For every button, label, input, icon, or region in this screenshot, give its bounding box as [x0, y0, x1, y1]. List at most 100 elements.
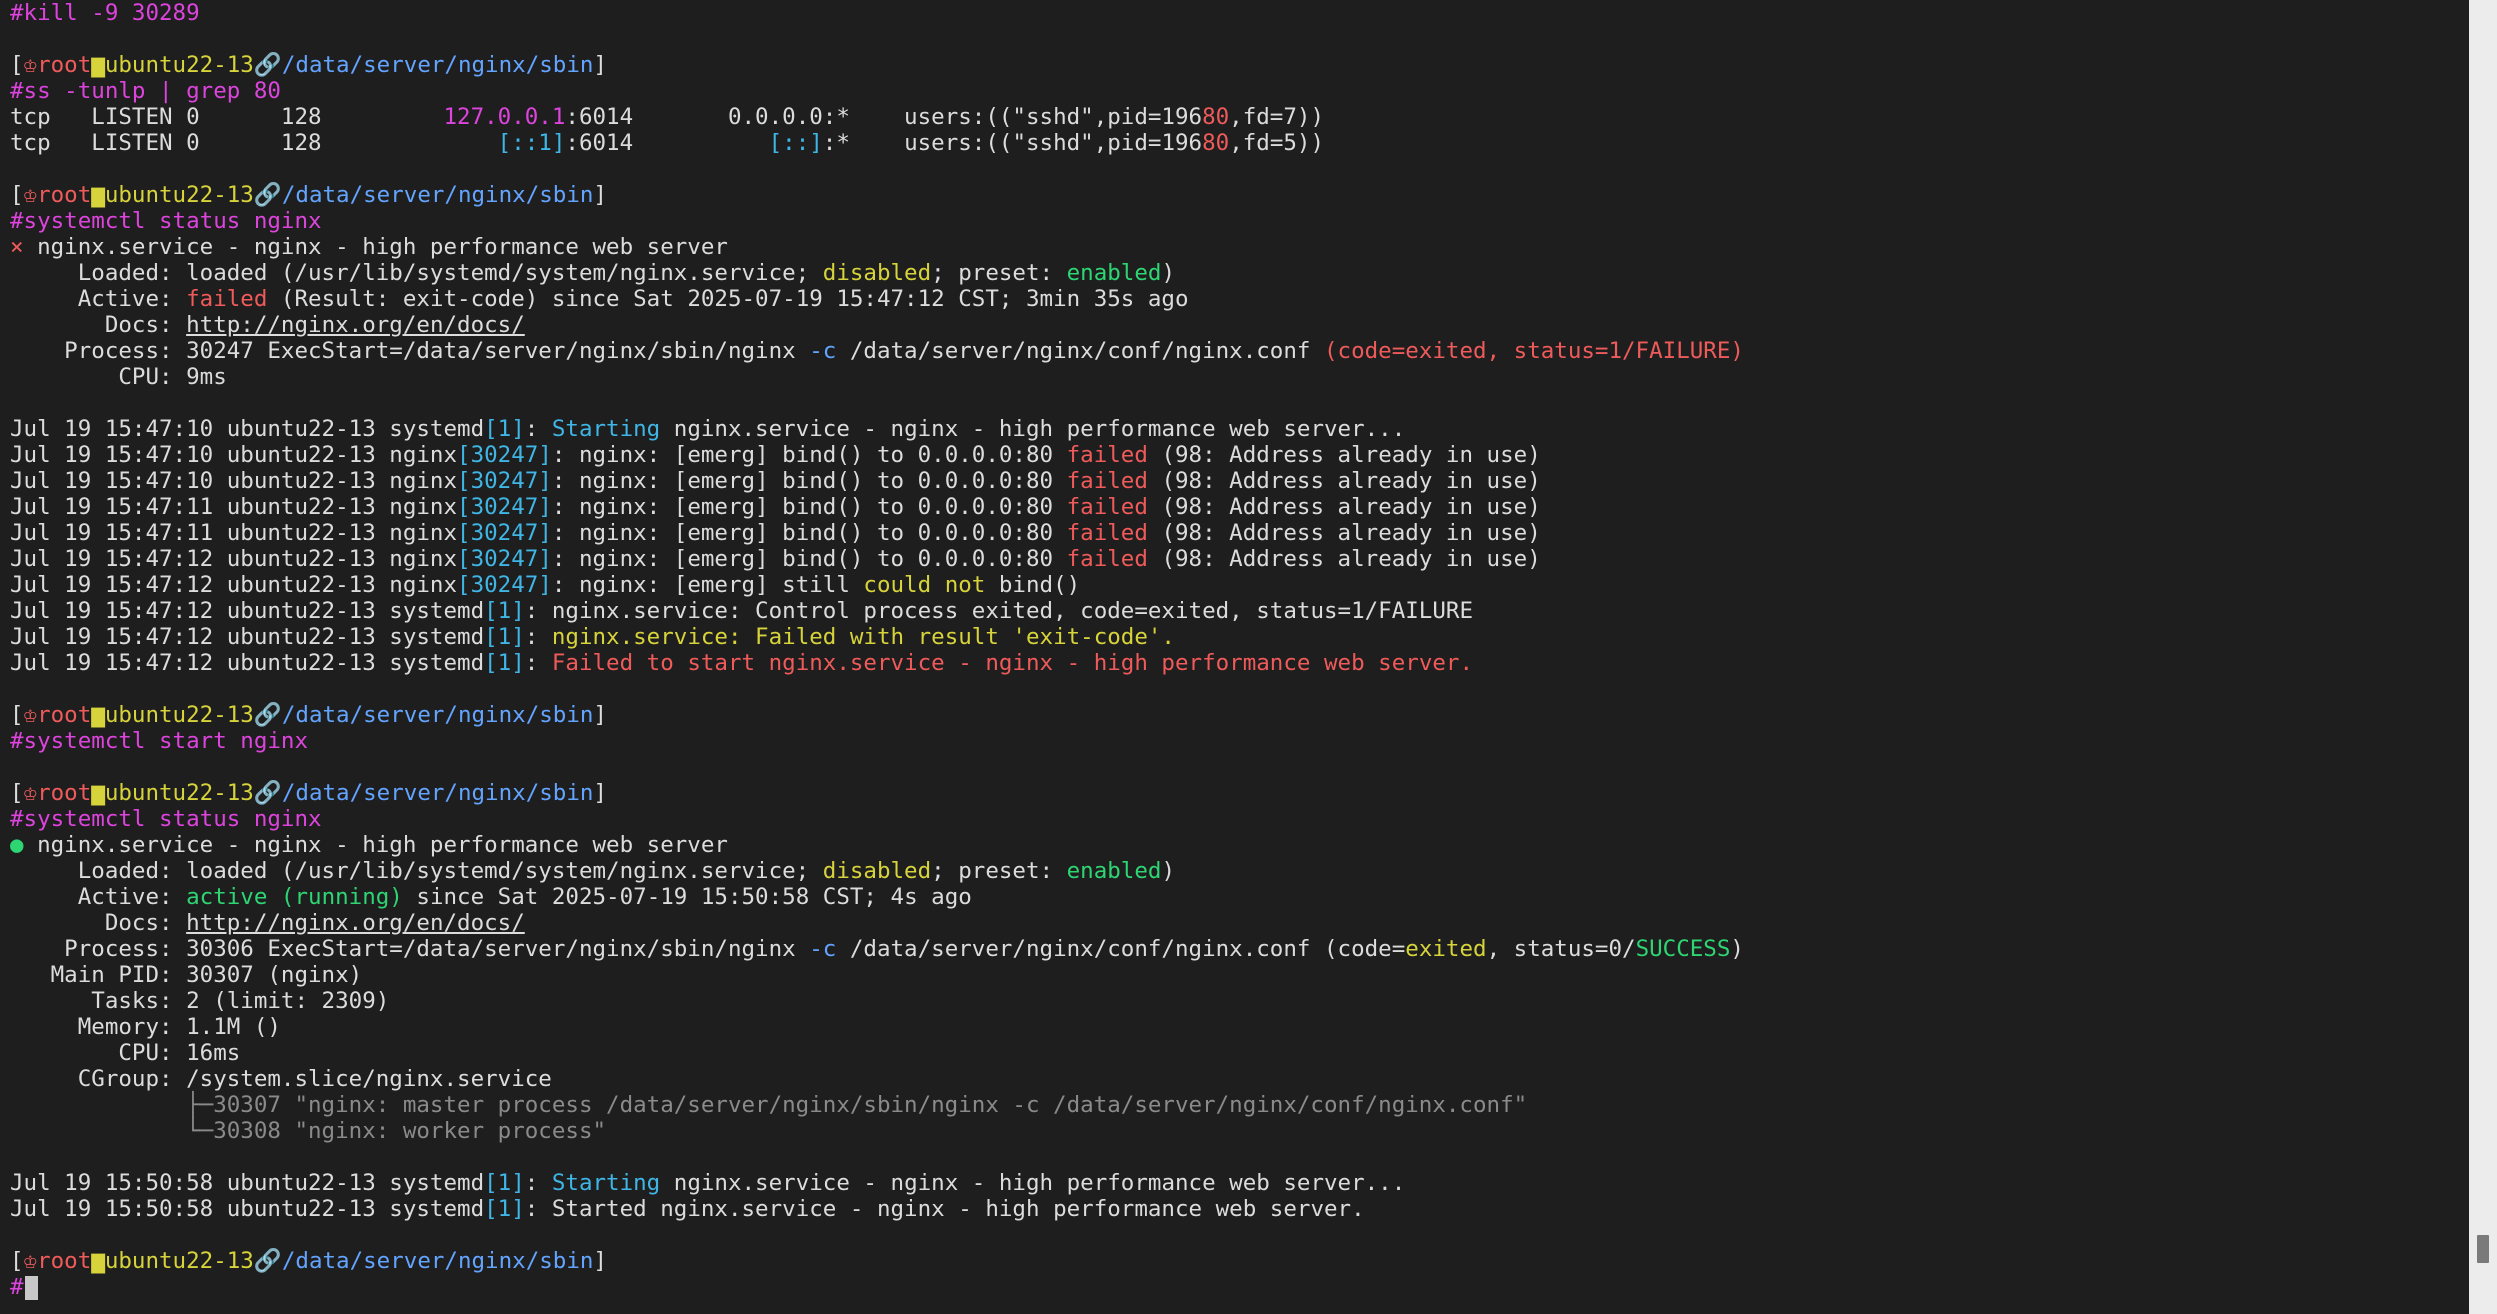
terminal-text-segment: Jul 19 15:50:58 ubuntu22-13 systemd: [10, 1170, 485, 1196]
terminal-text-segment: ▆: [91, 1248, 105, 1274]
terminal-text-segment: (98: Address already in use): [1147, 546, 1541, 572]
terminal-text-segment: nginx.service: Failed with result 'exit-…: [551, 624, 1175, 650]
terminal-line: Docs: http://nginx.org/en/docs/: [10, 910, 2470, 936]
terminal-line: Jul 19 15:47:10 ubuntu22-13 nginx[30247]…: [10, 468, 2470, 494]
terminal-text-segment: failed: [186, 286, 268, 312]
terminal-text-segment: :* users:(("sshd",pid=196: [822, 130, 1203, 156]
terminal-text-segment: Tasks: 2 (limit: 2309): [10, 988, 390, 1014]
terminal-text-segment: root: [37, 52, 92, 78]
terminal-line: [♔root▆ubuntu22-13🔗/data/server/nginx/sb…: [10, 702, 2470, 728]
terminal-output[interactable]: #kill -9 30289 [♔root▆ubuntu22-13🔗/data/s…: [0, 0, 2470, 1314]
terminal-text-segment: Loaded: loaded (/usr/lib/systemd/system/…: [10, 858, 823, 884]
terminal-text-segment: (98: Address already in use): [1147, 520, 1541, 546]
terminal-text-segment: [30247]: [457, 572, 552, 598]
terminal-text-segment: 🔗: [253, 702, 282, 728]
terminal-text-segment: failed: [1066, 520, 1148, 546]
terminal-text-segment: exited: [1405, 936, 1487, 962]
terminal-text-segment: : nginx: [emerg] bind() to 0.0.0.0:80: [551, 442, 1067, 468]
terminal-text-segment: active (running): [186, 884, 403, 910]
terminal-text-segment: Jul 19 15:47:10 ubuntu22-13 nginx: [10, 468, 458, 494]
terminal-text-segment: : nginx: [emerg] bind() to 0.0.0.0:80: [551, 468, 1067, 494]
terminal-text-segment: Jul 19 15:50:58 ubuntu22-13 systemd: [10, 1196, 485, 1222]
terminal-text-segment: : nginx.service: Control process exited,…: [524, 598, 1473, 624]
terminal-text-segment: [1]: [484, 624, 525, 650]
terminal-text-segment: Active:: [10, 286, 187, 312]
terminal-text-segment: [: [10, 1248, 24, 1274]
terminal-line: Main PID: 30307 (nginx): [10, 962, 2470, 988]
terminal-text-segment: ubuntu22-13: [104, 1248, 254, 1274]
terminal-line: ├─30307 "nginx: master process /data/ser…: [10, 1092, 2470, 1118]
terminal-text-segment: 🔗: [253, 1248, 282, 1274]
terminal-text-segment: ]: [593, 702, 607, 728]
terminal-line: × nginx.service - nginx - high performan…: [10, 234, 2470, 260]
terminal-text-segment: #kill -9 30289: [10, 0, 200, 26]
terminal-text-segment: (code=exited, status=1/FAILURE): [1324, 338, 1744, 364]
terminal-text-segment: enabled: [1066, 260, 1162, 286]
terminal-text-segment: ): [1161, 858, 1175, 884]
terminal-line: Jul 19 15:47:12 ubuntu22-13 nginx[30247]…: [10, 572, 2470, 598]
terminal-line: #systemctl status nginx: [10, 208, 2470, 234]
terminal-text-segment: /data/server/nginx/sbin: [281, 1248, 594, 1274]
terminal-text-segment: 80: [1202, 104, 1230, 130]
terminal-text-segment: ; preset:: [931, 858, 1067, 884]
terminal-line: #systemctl start nginx: [10, 728, 2470, 754]
terminal-text-segment: [30247]: [457, 546, 552, 572]
terminal-text-segment: [30247]: [457, 520, 552, 546]
terminal-text-segment: Jul 19 15:47:11 ubuntu22-13 nginx: [10, 520, 458, 546]
terminal-line: Jul 19 15:50:58 ubuntu22-13 systemd[1]: …: [10, 1196, 2470, 1222]
docs-link[interactable]: http://nginx.org/en/docs/: [186, 910, 525, 936]
terminal-text-segment: :: [524, 650, 552, 676]
terminal-text-segment: #systemctl status nginx: [10, 806, 322, 832]
terminal-line: CPU: 16ms: [10, 1040, 2470, 1066]
terminal-text-segment: Jul 19 15:47:12 ubuntu22-13 systemd: [10, 624, 485, 650]
terminal-text-segment: ,fd=5)): [1229, 130, 1325, 156]
terminal-text-segment: : nginx: [emerg] bind() to 0.0.0.0:80: [551, 546, 1067, 572]
terminal-text-segment: [30247]: [457, 468, 552, 494]
terminal-text-segment: [1]: [484, 1196, 525, 1222]
scrollbar-thumb[interactable]: [2477, 1235, 2489, 1263]
terminal-text-segment: ▆: [91, 702, 105, 728]
terminal-line: Process: 30247 ExecStart=/data/server/ng…: [10, 338, 2470, 364]
terminal-text-segment: :6014: [565, 130, 769, 156]
terminal-line: Tasks: 2 (limit: 2309): [10, 988, 2470, 1014]
terminal-text-segment: /data/server/nginx/conf/nginx.conf (code…: [836, 936, 1406, 962]
terminal-text-segment: failed: [1066, 468, 1148, 494]
terminal-text-segment: ├─30307 "nginx: master process /data/ser…: [10, 1092, 1528, 1118]
terminal-text-segment: [1]: [484, 1170, 525, 1196]
terminal-text-segment: ▆: [91, 52, 105, 78]
terminal-text-segment: [1]: [484, 416, 525, 442]
terminal-text-segment: Active:: [10, 884, 187, 910]
terminal-text-segment: [::]: [768, 130, 823, 156]
vertical-scrollbar[interactable]: [2469, 0, 2497, 1314]
docs-link[interactable]: http://nginx.org/en/docs/: [186, 312, 525, 338]
terminal-text-segment: [: [10, 182, 24, 208]
terminal-text-segment: [30247]: [457, 442, 552, 468]
terminal-text-segment: ubuntu22-13: [104, 182, 254, 208]
terminal-text-segment: tcp LISTEN 0 128: [10, 130, 498, 156]
terminal-text-segment: Jul 19 15:47:12 ubuntu22-13 systemd: [10, 598, 485, 624]
terminal-text-segment: 🔗: [253, 780, 282, 806]
terminal-text-segment: disabled: [822, 858, 932, 884]
terminal-text-segment: ▆: [91, 780, 105, 806]
terminal-text-segment: Starting: [551, 416, 661, 442]
terminal-text-segment: root: [37, 182, 92, 208]
terminal-line: Jul 19 15:47:10 ubuntu22-13 systemd[1]: …: [10, 416, 2470, 442]
terminal-text-segment: (98: Address already in use): [1147, 442, 1541, 468]
terminal-line: tcp LISTEN 0 128 [::1]:6014 [::]:* users…: [10, 130, 2470, 156]
terminal-line: CGroup: /system.slice/nginx.service: [10, 1066, 2470, 1092]
terminal-text-segment: ♔: [23, 780, 38, 806]
terminal-text-segment: [: [10, 780, 24, 806]
terminal-text-segment: Main PID: 30307 (nginx): [10, 962, 363, 988]
terminal-line: CPU: 9ms: [10, 364, 2470, 390]
terminal-text-segment: ▆: [91, 182, 105, 208]
terminal-text-segment: failed: [1066, 546, 1148, 572]
terminal-text-segment: bind(): [985, 572, 1081, 598]
terminal-text-segment: [1]: [484, 598, 525, 624]
terminal-text-segment: ×: [10, 234, 38, 260]
terminal-line: Jul 19 15:47:12 ubuntu22-13 systemd[1]: …: [10, 598, 2470, 624]
terminal-text-segment: nginx.service - nginx - high performance…: [37, 832, 728, 858]
terminal-text-segment: #ss -tunlp | grep 80: [10, 78, 281, 104]
terminal-text-segment: ,fd=7)): [1229, 104, 1324, 130]
